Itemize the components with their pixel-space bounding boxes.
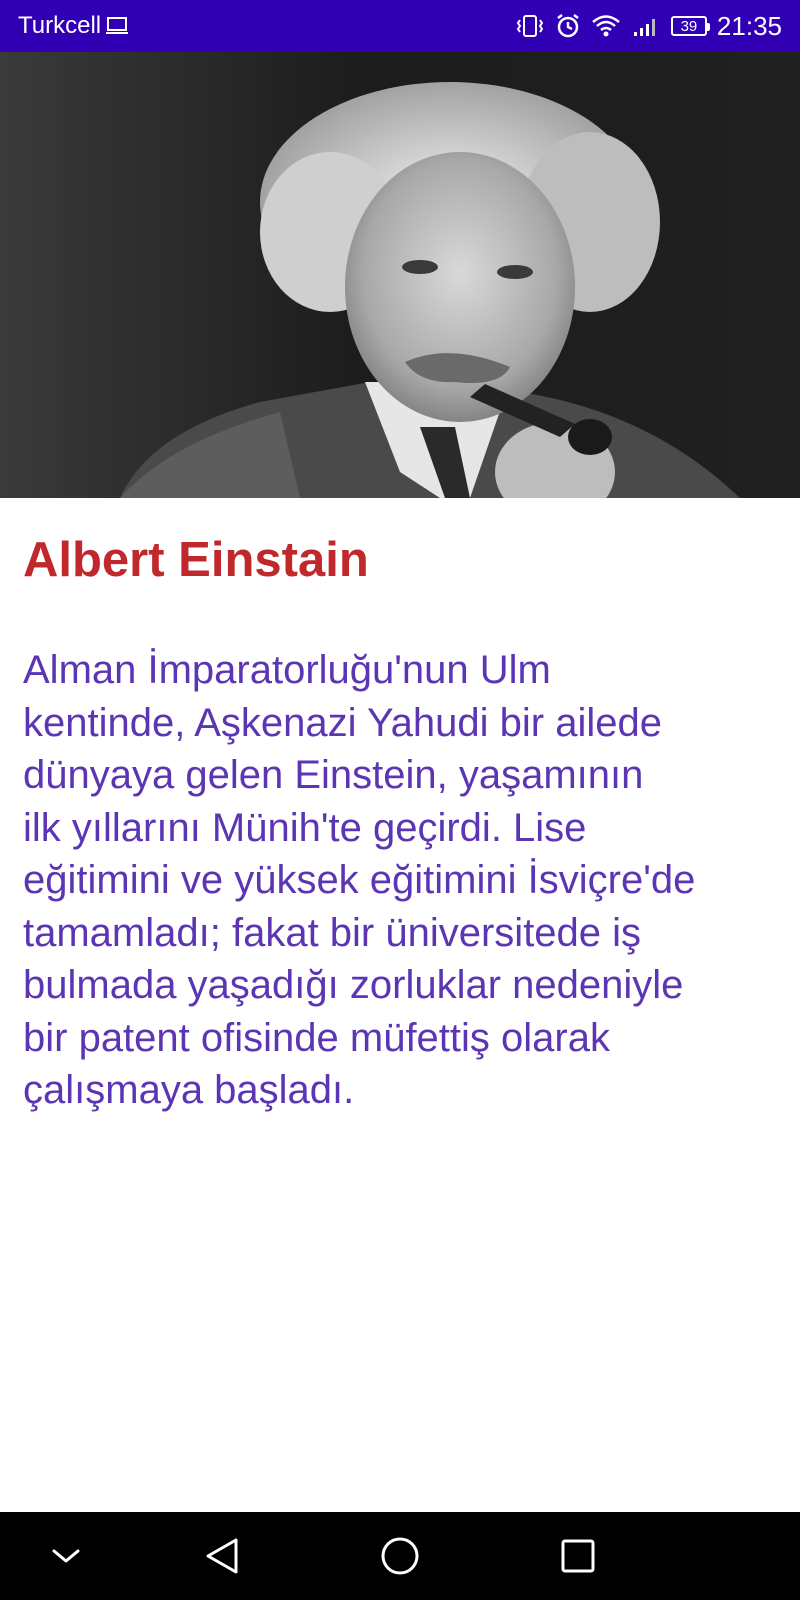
biography-line: kentinde, Aşkenazi Yahudi bir ailede <box>23 700 662 745</box>
carrier-label: Turkcell <box>18 12 102 39</box>
carrier: Turkcell <box>18 12 129 40</box>
vibrate-icon <box>515 14 545 38</box>
home-icon[interactable] <box>360 1512 440 1600</box>
biography-line: Alman İmparatorluğu'nun Ulm <box>23 648 551 692</box>
battery-level: 39 <box>680 17 698 35</box>
cast-icon <box>105 16 129 36</box>
wifi-icon <box>591 14 621 38</box>
navigation-bar <box>0 1512 800 1600</box>
hero-image <box>0 52 800 498</box>
page-title: Albert Einstain <box>23 533 369 587</box>
biography-line: bir patent ofisinde müfettiş olarak <box>23 1015 610 1060</box>
back-icon[interactable] <box>182 1512 262 1600</box>
biography-line: dünyaya gelen Einstein, yaşamının <box>23 753 644 797</box>
biography-line: çalışmaya başladı. <box>23 1068 355 1112</box>
battery-icon: 39 <box>670 16 710 36</box>
biography-line: bulmada yaşadığı zorluklar nedeniyle <box>23 963 684 1007</box>
chevron-down-icon[interactable] <box>26 1512 106 1600</box>
clock: 21:35 <box>716 10 782 41</box>
biography-line: ilk yıllarını Münih'te geçirdi. Lise <box>23 805 587 850</box>
alarm-icon <box>555 13 581 39</box>
portrait-photo <box>0 52 800 498</box>
signal-icon <box>631 14 661 38</box>
biography-line: eğitimini ve yüksek eğitimini İsviçre'de <box>23 858 696 902</box>
status-bar: Turkcell 39 21:35 <box>0 0 800 52</box>
biography-text: Alman İmparatorluğu'nun Ulm kentinde, Aş… <box>23 644 793 1117</box>
status-icons: 39 21:35 <box>515 11 782 42</box>
biography-line: tamamladı; fakat bir üniversitede iş <box>23 910 642 955</box>
recents-icon[interactable] <box>538 1512 618 1600</box>
